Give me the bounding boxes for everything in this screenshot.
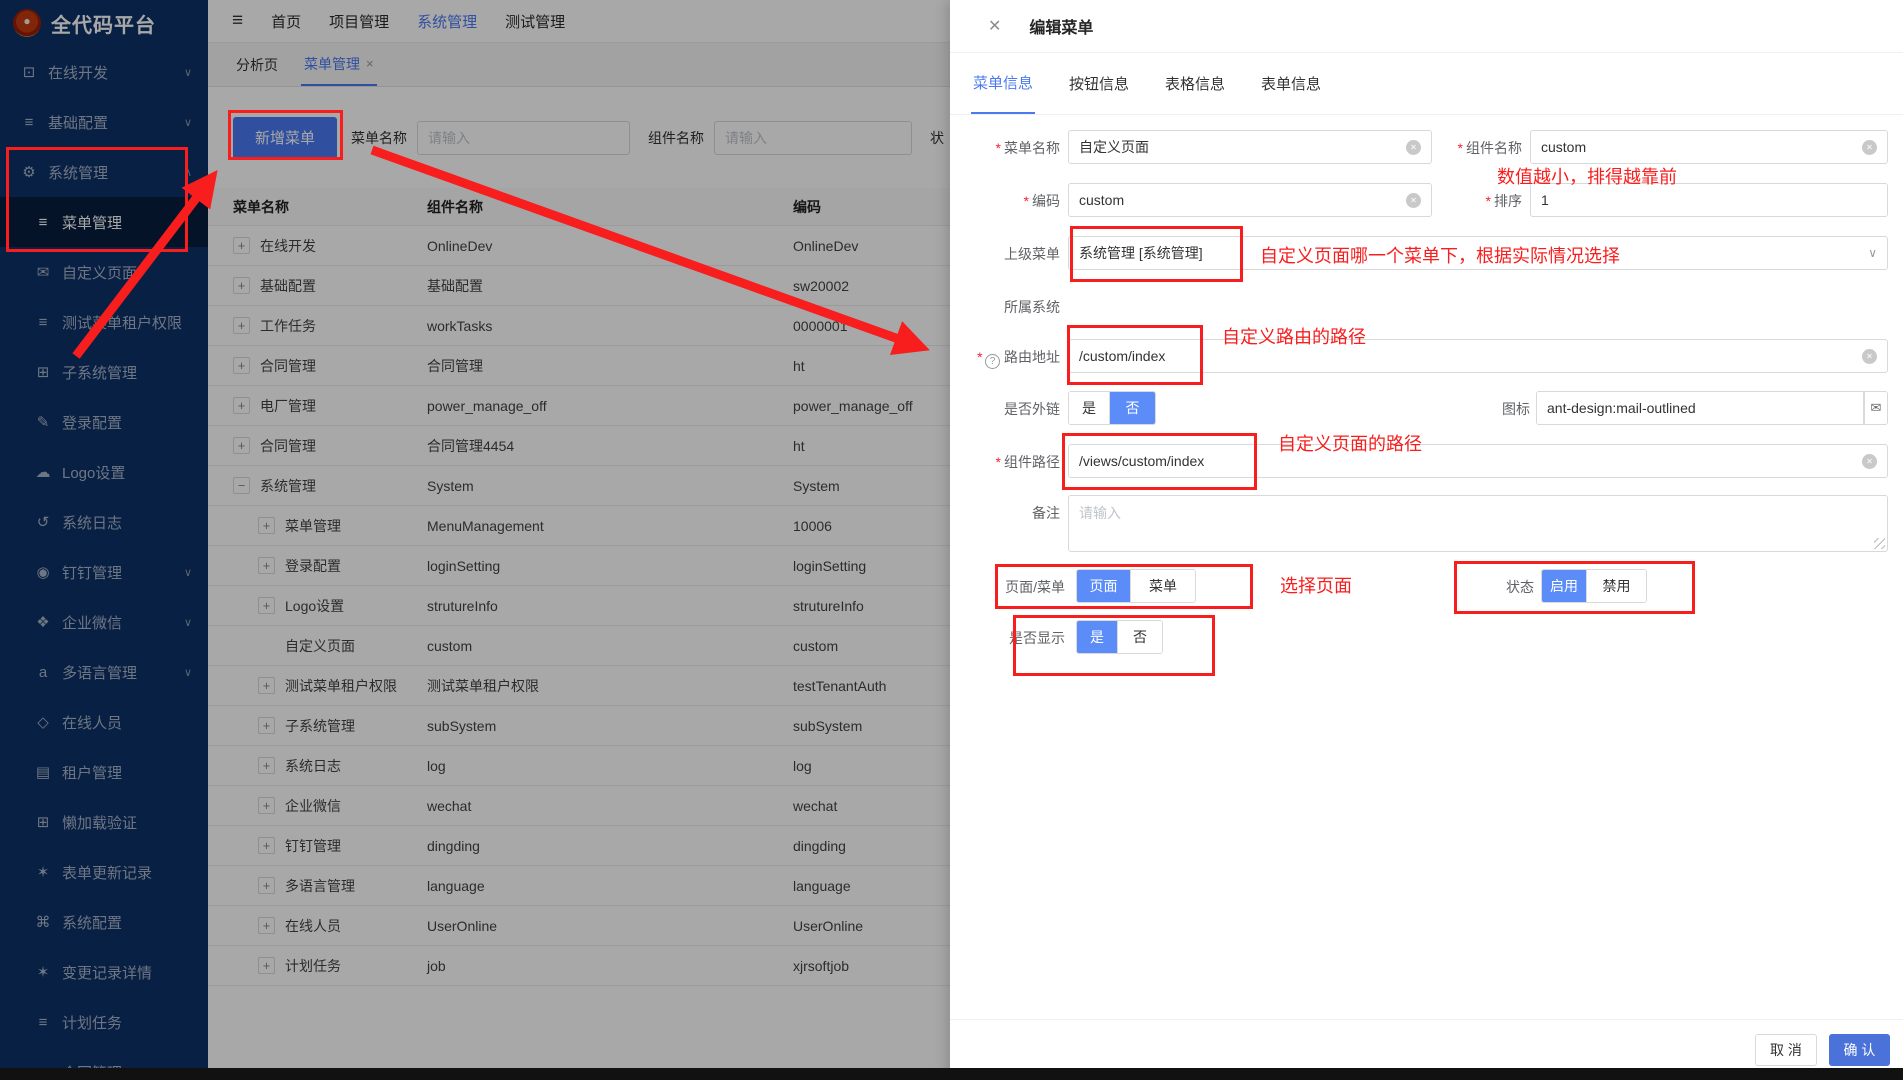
external-link-label: 是否外链 xyxy=(958,399,1060,419)
cancel-button[interactable]: 取 消 xyxy=(1755,1034,1817,1066)
close-drawer-icon[interactable]: ✕ xyxy=(988,16,1001,36)
tab-menu-info[interactable]: 菜单信息 xyxy=(971,53,1035,114)
icon-picker-button[interactable]: ✉ xyxy=(1864,391,1888,425)
clear-icon[interactable]: ✕ xyxy=(1862,140,1877,155)
visible-label: 是否显示 xyxy=(963,628,1065,648)
edit-menu-drawer: ✕ 编辑菜单 菜单信息 按钮信息 表格信息 表单信息 菜单名称 自定义页面 ✕ … xyxy=(950,0,1903,1080)
system-label: 所属系统 xyxy=(958,297,1060,317)
visible-toggle: 是 否 xyxy=(1076,620,1163,654)
help-icon: ? xyxy=(985,354,1000,369)
parent-menu-label: 上级菜单 xyxy=(958,244,1060,264)
external-no-option[interactable]: 否 xyxy=(1109,392,1155,424)
component-name-input[interactable]: custom ✕ xyxy=(1530,130,1888,164)
visible-yes-option[interactable]: 是 xyxy=(1077,621,1117,653)
remark-label: 备注 xyxy=(958,503,1060,523)
menu-name-input[interactable]: 自定义页面 ✕ xyxy=(1068,130,1432,164)
icon-label: 图标 xyxy=(1450,399,1530,419)
component-name-label: 组件名称 xyxy=(1418,138,1522,158)
external-yes-option[interactable]: 是 xyxy=(1069,392,1109,424)
sort-input[interactable]: 1 xyxy=(1530,183,1888,217)
icon-input[interactable]: ant-design:mail-outlined xyxy=(1536,391,1864,425)
tab-form-info[interactable]: 表单信息 xyxy=(1259,53,1323,114)
route-input[interactable]: /custom/index ✕ xyxy=(1068,339,1888,373)
menu-option[interactable]: 菜单 xyxy=(1130,570,1195,602)
component-path-input[interactable]: /views/custom/index ✕ xyxy=(1068,444,1888,478)
status-toggle: 启用 禁用 xyxy=(1541,569,1647,603)
visible-no-option[interactable]: 否 xyxy=(1117,621,1162,653)
disable-option[interactable]: 禁用 xyxy=(1586,570,1646,602)
code-input[interactable]: custom ✕ xyxy=(1068,183,1432,217)
bottom-bar xyxy=(0,1068,1903,1080)
drawer-title: 编辑菜单 xyxy=(1029,14,1093,38)
code-label: 编码 xyxy=(958,191,1060,211)
external-link-toggle: 是 否 xyxy=(1068,391,1156,425)
enable-option[interactable]: 启用 xyxy=(1542,570,1586,602)
page-option[interactable]: 页面 xyxy=(1077,570,1130,602)
remark-textarea[interactable]: 请输入 xyxy=(1068,495,1888,552)
clear-icon[interactable]: ✕ xyxy=(1862,349,1877,364)
envelope-icon: ✉ xyxy=(1871,400,1882,416)
page-or-menu-toggle: 页面 菜单 xyxy=(1076,569,1196,603)
drawer-header: ✕ 编辑菜单 xyxy=(950,0,1903,53)
drawer-mask[interactable] xyxy=(0,0,950,1080)
chevron-down-icon: ∨ xyxy=(1868,246,1877,260)
page-or-menu-label: 页面/菜单 xyxy=(963,577,1065,597)
app: 全代码平台 ⊡在线开发∨≡基础配置∨⚙系统管理∧≡菜单管理✉自定义页面≡测试菜单… xyxy=(0,0,1903,1080)
sort-label: 排序 xyxy=(1418,191,1522,211)
drawer-tabs: 菜单信息 按钮信息 表格信息 表单信息 xyxy=(950,53,1903,115)
confirm-button[interactable]: 确 认 xyxy=(1829,1034,1890,1066)
component-path-label: 组件路径 xyxy=(958,452,1060,472)
parent-menu-select[interactable]: 系统管理 [系统管理] ∨ xyxy=(1068,236,1888,270)
route-label: ?路由地址 xyxy=(950,347,1060,369)
menu-name-label: 菜单名称 xyxy=(958,138,1060,158)
tab-button-info[interactable]: 按钮信息 xyxy=(1067,53,1131,114)
tab-table-info[interactable]: 表格信息 xyxy=(1163,53,1227,114)
status-label: 状态 xyxy=(1454,577,1534,597)
clear-icon[interactable]: ✕ xyxy=(1862,454,1877,469)
resize-handle[interactable] xyxy=(1874,538,1885,549)
